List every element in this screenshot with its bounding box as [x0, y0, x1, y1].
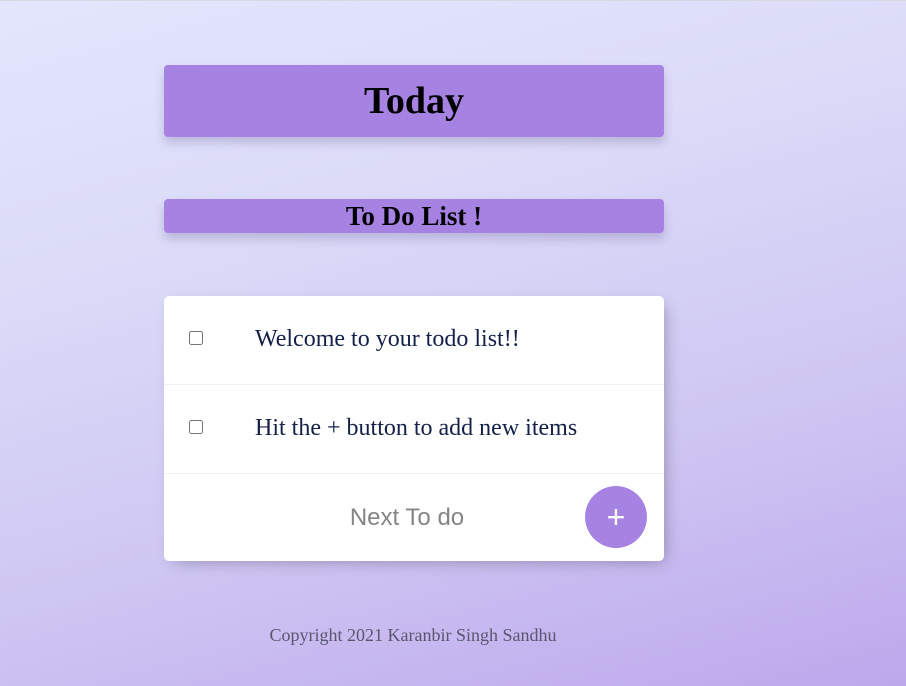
- add-item-button[interactable]: +: [585, 486, 647, 548]
- new-item-input[interactable]: [257, 495, 557, 541]
- todo-item: Hit the + button to add new items: [164, 385, 664, 474]
- todo-item-text: Hit the + button to add new items: [255, 415, 578, 441]
- todo-item-text: Welcome to your todo list!!: [255, 326, 520, 352]
- plus-icon: +: [606, 499, 626, 535]
- list-heading-box: To Do List !: [164, 199, 664, 233]
- todo-item-checkbox[interactable]: [189, 420, 203, 434]
- todo-item: Welcome to your todo list!!: [164, 296, 664, 385]
- copyright-text: Copyright 2021 Karanbir Singh Sandhu: [269, 625, 557, 645]
- day-heading-box: Today: [164, 65, 664, 137]
- todo-list-card: Welcome to your todo list!! Hit the + bu…: [164, 296, 664, 561]
- list-title: To Do List !: [345, 201, 483, 231]
- window-top-divider: [0, 0, 906, 1]
- footer: Copyright 2021 Karanbir Singh Sandhu: [0, 622, 826, 648]
- todo-item-checkbox[interactable]: [189, 331, 203, 345]
- day-title: Today: [364, 80, 464, 122]
